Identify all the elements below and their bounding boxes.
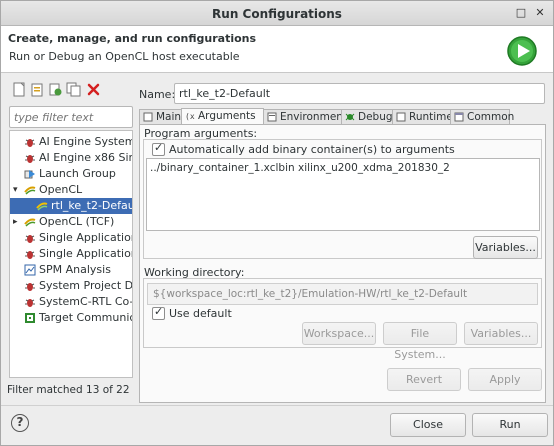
auto-add-checkbox[interactable] xyxy=(152,141,165,156)
help-icon[interactable]: ? xyxy=(11,414,29,432)
new-config-icon[interactable] xyxy=(12,82,27,97)
maximize-button[interactable]: □ xyxy=(513,5,529,21)
close-window-button[interactable]: ✕ xyxy=(532,5,548,21)
debug-icon xyxy=(24,136,36,148)
spm-icon xyxy=(24,264,36,276)
tree-item-label: OpenCL (TCF) xyxy=(39,215,115,228)
header-subtitle: Run or Debug an OpenCL host executable xyxy=(9,50,240,63)
revert-button[interactable]: Revert xyxy=(387,368,461,391)
svg-text:(x): (x) xyxy=(185,112,195,121)
tab-runtime[interactable]: Runtime xyxy=(392,109,453,124)
tree-item[interactable]: Target Communicatio xyxy=(10,310,132,326)
tree-item-label: AI Engine SystemC Si xyxy=(39,135,132,148)
config-toolbar xyxy=(6,79,133,101)
tree-item[interactable]: ▸ OpenCL (TCF) xyxy=(10,214,132,230)
window-title: Run Configurations xyxy=(212,7,342,21)
program-args-textarea[interactable]: ../binary_container_1.xclbin xilinx_u200… xyxy=(146,158,540,231)
tab-label: Debug xyxy=(358,111,393,123)
config-list-panel: AI Engine SystemC Si AI Engine x86 Simula… xyxy=(6,79,133,401)
arguments-tab-icon: (x) xyxy=(185,111,199,121)
runtime-tab-icon xyxy=(396,112,406,122)
tab-label: Main xyxy=(156,111,182,123)
auto-add-label: Automatically add binary container(s) to… xyxy=(169,143,455,156)
filter-input[interactable] xyxy=(10,107,132,127)
config-tabs: Main(x)Arguments Environment Debug Runtime C… xyxy=(139,108,546,124)
apply-button[interactable]: Apply xyxy=(468,368,542,391)
new-prototype-icon[interactable] xyxy=(30,82,45,97)
run-button[interactable]: Run xyxy=(472,413,548,437)
debug-icon xyxy=(24,280,36,292)
variables-button[interactable]: Variables... xyxy=(473,236,538,259)
variables2-button[interactable]: Variables... xyxy=(464,322,538,345)
opencl-icon xyxy=(24,216,36,228)
target-icon xyxy=(24,312,36,324)
config-tree: AI Engine SystemC Si AI Engine x86 Simula… xyxy=(9,130,133,378)
tree-item[interactable]: Single Application De xyxy=(10,246,133,262)
debug-icon xyxy=(24,232,36,244)
debug-icon xyxy=(24,296,36,308)
tab-arguments[interactable]: (x)Arguments xyxy=(181,108,264,124)
arguments-tab-panel: Program arguments: Automatically add bin… xyxy=(139,124,546,403)
workspace-button[interactable]: Workspace... xyxy=(302,322,376,345)
tree-item-label: Single Application De xyxy=(39,247,133,260)
tree-item[interactable]: SPM Analysis xyxy=(10,262,132,278)
expand-down-icon[interactable]: ▾ xyxy=(13,182,21,198)
tree-item[interactable]: Launch Group xyxy=(10,166,132,182)
tree-item-label: Single Application De xyxy=(39,231,133,244)
debug-tab-icon xyxy=(345,112,355,122)
tree-item-label: Target Communicatio xyxy=(39,311,132,324)
tree-item-label: Launch Group xyxy=(39,167,116,180)
tab-debug[interactable]: Debug xyxy=(341,109,393,124)
header-title: Create, manage, and run configurations xyxy=(8,32,257,45)
export-icon[interactable] xyxy=(48,82,63,97)
use-default-label: Use default xyxy=(169,307,232,320)
tree-item[interactable]: ▾ OpenCL xyxy=(10,182,132,198)
duplicate-icon[interactable] xyxy=(66,82,81,97)
launch-group-icon xyxy=(24,168,36,180)
footer-separator xyxy=(1,405,553,406)
filter-field[interactable] xyxy=(9,106,133,128)
tab-label: Environment xyxy=(280,111,348,123)
tree-item-label: rtl_ke_t2-Default xyxy=(51,199,132,212)
filter-status: Filter matched 13 of 22 ite xyxy=(7,384,133,396)
use-default-checkbox[interactable] xyxy=(152,305,165,320)
tree-item-label: OpenCL xyxy=(39,183,83,196)
opencl-icon xyxy=(24,184,36,196)
delete-icon[interactable] xyxy=(86,82,101,97)
tab-label: Common xyxy=(467,111,515,123)
tab-environment[interactable]: Environment xyxy=(263,109,347,124)
filesystem-button[interactable]: File System... xyxy=(383,322,457,361)
debug-icon xyxy=(24,248,36,260)
debug-icon xyxy=(24,152,36,164)
run-icon xyxy=(507,36,537,66)
tab-label: Arguments xyxy=(198,110,256,122)
tree-item-selected[interactable]: rtl_ke_t2-Default xyxy=(10,198,132,214)
common-tab-icon xyxy=(454,112,464,122)
tree-item[interactable]: AI Engine SystemC Si xyxy=(10,134,132,150)
tree-item[interactable]: SystemC-RTL Co-Sim xyxy=(10,294,133,310)
working-dir-field[interactable]: ${workspace_loc:rtl_ke_t2}/Emulation-HW/… xyxy=(147,283,538,305)
dialog-header: Create, manage, and run configurations R… xyxy=(1,26,553,73)
tree-item-label: SPM Analysis xyxy=(39,263,111,276)
tree-item[interactable]: AI Engine x86 Simulat xyxy=(10,150,132,166)
tree-item-label: AI Engine x86 Simulat xyxy=(39,151,132,164)
opencl-config-icon xyxy=(36,200,48,212)
run-configurations-dialog: Run Configurations □ ✕ Create, manage, a… xyxy=(0,0,554,446)
tab-label: Runtime xyxy=(409,111,453,123)
tree-item[interactable]: Single Application De xyxy=(10,230,133,246)
expand-right-icon[interactable]: ▸ xyxy=(13,214,21,230)
tree-item-label: System Project Debu xyxy=(39,279,133,292)
tab-common[interactable]: Common xyxy=(450,109,514,124)
tab-main[interactable]: Main xyxy=(139,109,182,124)
environment-tab-icon xyxy=(267,112,277,122)
name-label: Name: xyxy=(139,88,176,101)
close-button[interactable]: Close xyxy=(390,413,466,437)
name-field[interactable]: rtl_ke_t2-Default xyxy=(174,83,545,104)
tree-item[interactable]: System Project Debu xyxy=(10,278,133,294)
main-tab-icon xyxy=(143,112,153,122)
title-bar: Run Configurations □ ✕ xyxy=(1,1,553,26)
tree-item-label: SystemC-RTL Co-Sim xyxy=(39,295,133,308)
